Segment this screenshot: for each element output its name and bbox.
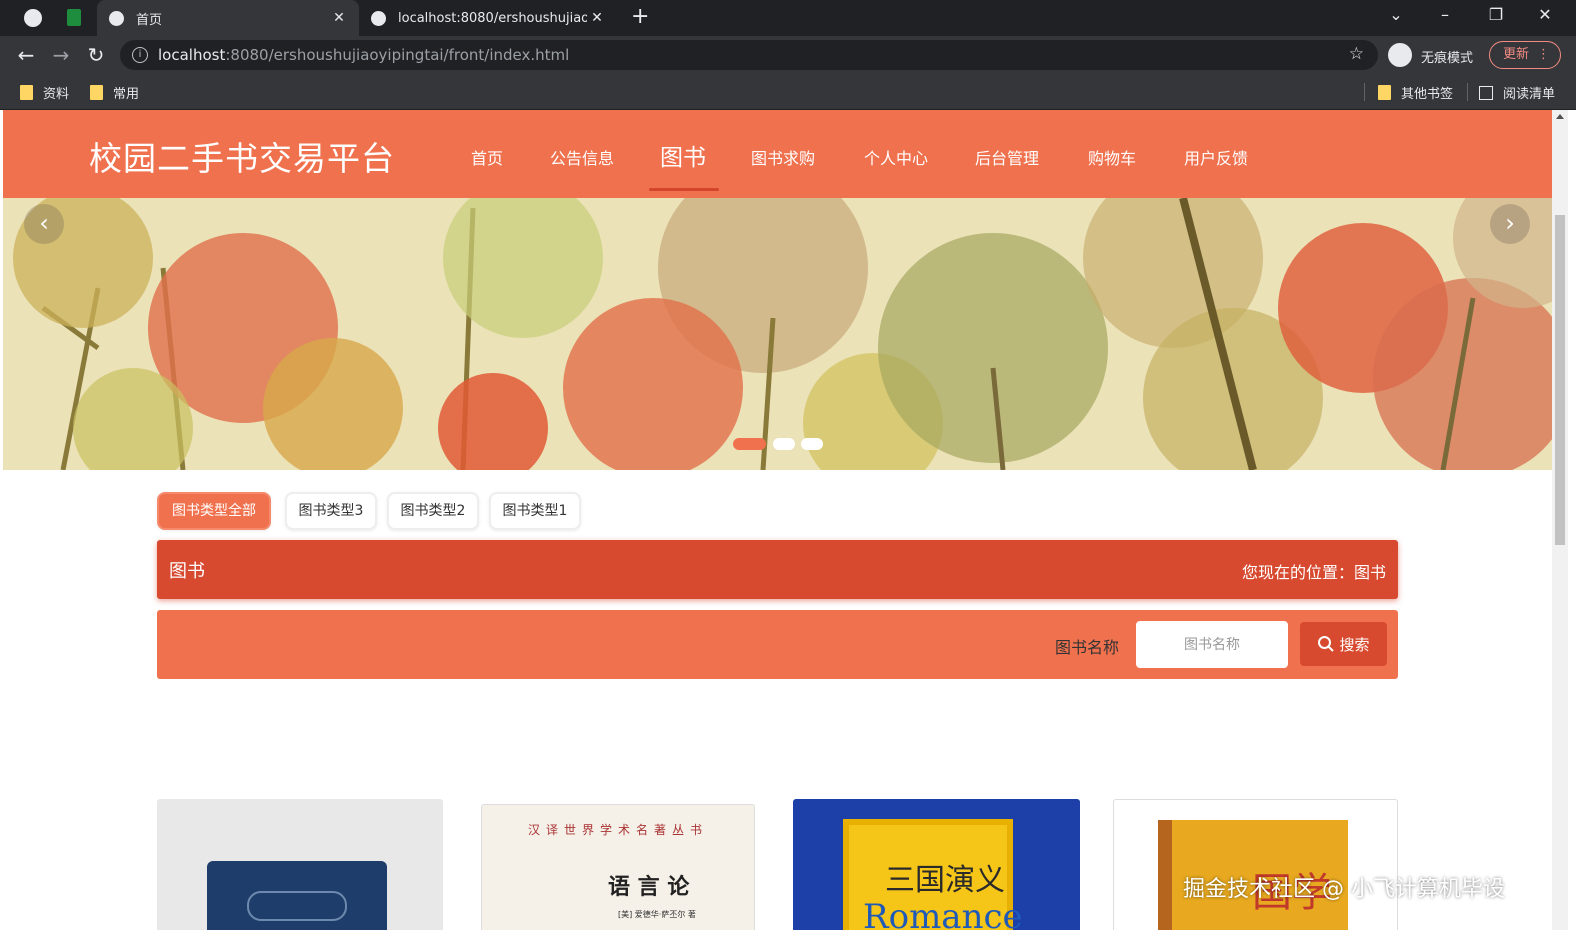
cover-ornament xyxy=(247,891,347,921)
url-text[interactable]: localhost:8080/ershoushujiaoyipingtai/fr… xyxy=(158,46,569,64)
scroll-thumb[interactable] xyxy=(1555,215,1565,545)
folder-icon xyxy=(90,85,103,100)
bookmark-label: 资料 xyxy=(43,87,70,102)
book-cover xyxy=(207,861,387,930)
book-card[interactable]: 国学 xyxy=(1113,799,1398,930)
back-button[interactable]: ← xyxy=(14,43,38,67)
incognito-label[interactable]: 无痕模式 xyxy=(1421,47,1473,66)
search-input[interactable] xyxy=(1136,621,1288,668)
restore-button[interactable]: ❐ xyxy=(1484,5,1508,24)
tab-search-icon[interactable] xyxy=(24,9,42,27)
page-scrollbar[interactable] xyxy=(1552,110,1568,930)
book-card[interactable]: 汉译世界学术名著丛书 语 言 论 [美] 爱德华·萨丕尔 著 xyxy=(481,804,755,930)
cover-series: 汉译世界学术名著丛书 xyxy=(528,823,709,837)
incognito-icon[interactable] xyxy=(1388,43,1412,67)
bookmark-label: 其他书签 xyxy=(1401,87,1454,102)
cover-title: 三国演义 xyxy=(885,863,1005,898)
reload-button[interactable]: ↻ xyxy=(84,43,108,67)
site-title: 校园二手书交易平台 xyxy=(89,139,395,178)
reading-list[interactable]: 阅读清单 xyxy=(1479,83,1555,102)
nav-books[interactable]: 图书 xyxy=(660,138,706,172)
carousel-next-button[interactable]: › xyxy=(1490,204,1530,244)
banner-carousel[interactable]: ‹ › xyxy=(3,198,1552,470)
nav-cart[interactable]: 购物车 xyxy=(1088,145,1136,169)
reading-list-icon xyxy=(1479,85,1493,100)
bookmarks-bar: 资料 常用 其他书签 阅读清单 xyxy=(0,74,1576,110)
folder-icon xyxy=(20,85,33,100)
carousel-dot-3[interactable] xyxy=(801,438,823,450)
carousel-dot-2[interactable] xyxy=(773,438,795,450)
page-viewport: 校园二手书交易平台 首页 公告信息 图书 图书求购 个人中心 后台管理 购物车 … xyxy=(3,110,1552,930)
bookmark-star-icon[interactable]: ☆ xyxy=(1349,44,1364,64)
book-card[interactable]: 三国演义 Romance xyxy=(793,799,1080,930)
new-tab-button[interactable]: + xyxy=(631,4,649,29)
search-label: 图书名称 xyxy=(1055,638,1120,657)
browser-tab-home[interactable]: 首页 ✕ xyxy=(97,0,359,36)
book-cover: 三国演义 Romance xyxy=(843,819,1023,930)
search-button[interactable]: 搜索 xyxy=(1300,622,1387,666)
breadcrumb: 图书 您现在的位置：图书 xyxy=(157,540,1398,599)
cover-title: 语 言 论 xyxy=(608,874,690,900)
bookmark-folder-changyong[interactable]: 常用 xyxy=(90,83,139,102)
browser-toolbar: ← → ↻ i localhost:8080/ershoushujiaoyipi… xyxy=(0,36,1576,74)
tab-title: 首页 xyxy=(136,12,163,28)
close-icon[interactable]: ✕ xyxy=(329,10,349,26)
tab-title: localhost:8080/ershoushujiaoy xyxy=(398,10,587,26)
url-host: localhost xyxy=(158,46,226,64)
browser-tab-localhost[interactable]: localhost:8080/ershoushujiaoy ✕ xyxy=(359,0,617,36)
section-title: 图书 xyxy=(169,561,205,582)
address-bar[interactable]: i localhost:8080/ershoushujiaoyipingtai/… xyxy=(120,40,1378,70)
carousel-prev-button[interactable]: ‹ xyxy=(24,204,64,244)
window-close-button[interactable]: ✕ xyxy=(1533,5,1557,24)
cover-author: [美] 爱德华·萨丕尔 著 xyxy=(618,910,696,919)
bookmark-label: 常用 xyxy=(113,87,140,102)
watermark: 掘金技术社区 @ 小飞计算机毕设 xyxy=(1183,877,1505,902)
other-bookmarks[interactable]: 其他书签 xyxy=(1378,83,1453,102)
url-path: :8080/ershoushujiaoyipingtai/front/index… xyxy=(225,46,570,64)
close-icon[interactable]: ✕ xyxy=(587,10,607,26)
more-menu-icon[interactable]: ⋮ xyxy=(1537,42,1550,68)
current-location: 您现在的位置：图书 xyxy=(1241,563,1386,582)
filter-type-2[interactable]: 图书类型2 xyxy=(387,492,479,530)
nav-announcements[interactable]: 公告信息 xyxy=(550,145,614,169)
globe-icon xyxy=(109,10,124,26)
bookmark-divider xyxy=(1467,83,1468,101)
bookmark-folder-ziliao[interactable]: 资料 xyxy=(20,83,69,102)
carousel-dot-1[interactable] xyxy=(733,438,766,450)
tab-search-chevron-icon[interactable]: ⌄ xyxy=(1384,5,1408,24)
update-button[interactable]: 更新 ⋮ xyxy=(1489,41,1561,69)
site-header: 校园二手书交易平台 首页 公告信息 图书 图书求购 个人中心 后台管理 购物车 … xyxy=(3,110,1552,198)
nav-admin[interactable]: 后台管理 xyxy=(975,145,1039,169)
nav-home[interactable]: 首页 xyxy=(471,145,503,169)
active-nav-indicator xyxy=(649,188,719,191)
update-label: 更新 xyxy=(1503,47,1530,62)
filter-type-1[interactable]: 图书类型1 xyxy=(489,492,581,530)
globe-icon xyxy=(371,10,386,26)
banner-image xyxy=(3,198,1552,470)
cover-subtitle: Romance xyxy=(863,897,1023,930)
pinned-sheets-tab-icon[interactable] xyxy=(67,9,81,26)
scroll-up-arrow-icon[interactable] xyxy=(1556,114,1564,119)
search-button-label: 搜索 xyxy=(1339,635,1370,654)
search-bar: 图书名称 搜索 xyxy=(157,610,1398,679)
folder-icon xyxy=(1378,85,1391,100)
search-icon xyxy=(1318,636,1335,652)
filter-type-3[interactable]: 图书类型3 xyxy=(285,492,377,530)
forward-button[interactable]: → xyxy=(49,43,73,67)
bookmark-label: 阅读清单 xyxy=(1503,87,1556,102)
minimize-button[interactable]: – xyxy=(1433,5,1457,24)
nav-user-center[interactable]: 个人中心 xyxy=(864,145,928,169)
book-card[interactable] xyxy=(157,799,443,930)
filter-all[interactable]: 图书类型全部 xyxy=(157,492,271,530)
nav-book-requests[interactable]: 图书求购 xyxy=(751,145,815,169)
browser-tab-strip: 首页 ✕ localhost:8080/ershoushujiaoy ✕ + ⌄… xyxy=(0,0,1576,36)
bookmark-divider xyxy=(1364,83,1365,101)
info-icon[interactable]: i xyxy=(132,47,148,63)
nav-feedback[interactable]: 用户反馈 xyxy=(1184,145,1248,169)
